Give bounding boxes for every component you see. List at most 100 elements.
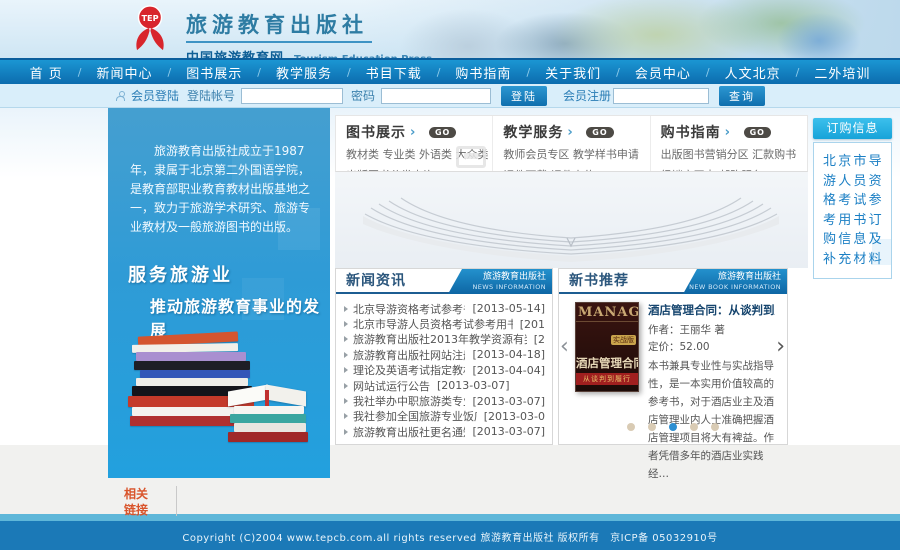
news-item[interactable]: 旅游教育出版社2013年教学资源有奖征集活动[2	[344, 332, 545, 347]
book-title-link[interactable]: 酒店管理合同：从谈判到履行	[648, 302, 775, 318]
book-cover[interactable]: MANAGEM 实战版 酒店管理合同 从谈判到履行	[575, 302, 639, 392]
chevron-right-icon: ›	[410, 125, 415, 140]
banner-press-name: 旅游教育出版社	[448, 272, 546, 283]
cover-band: 从谈判到履行	[576, 373, 638, 385]
carousel-prev-arrow[interactable]: ‹	[560, 337, 569, 357]
cover-badge: 实战版	[611, 335, 636, 345]
book-author: 作者：王丽华 著	[648, 322, 775, 339]
bullet-icon	[344, 321, 348, 327]
news-item[interactable]: 我社举办中职旅游类专业师资培训[2013-03-07]	[344, 393, 545, 408]
account-label: 登陆帐号	[187, 87, 235, 104]
go-button[interactable]: GO	[429, 127, 456, 138]
nav-item-about[interactable]: 关于我们	[524, 63, 614, 82]
related-links: 相关 链接	[124, 486, 177, 518]
order-info-sidebar: 订购信息 北京市导游人员资格考试参考用书订购信息及补充材料	[813, 118, 892, 279]
carousel-dot[interactable]	[690, 423, 698, 431]
header: TEP 旅游教育出版社 中国旅游教育网 Tourism Education Pr…	[0, 0, 900, 58]
nav-item-buying-guide[interactable]: 购书指南	[435, 63, 525, 82]
carousel-dot-active[interactable]	[669, 423, 677, 431]
carousel-dot[interactable]	[627, 423, 635, 431]
news-item[interactable]: 北京市导游人员资格考试参考用书订购信息[201	[344, 316, 545, 331]
open-book-illustration	[349, 180, 794, 266]
bullet-icon	[344, 352, 348, 358]
site-name-cn: 中国旅游教育网	[186, 47, 284, 58]
news-item[interactable]: 理论及英语考试指定教材[2013-04-04]	[344, 363, 545, 378]
carousel-dot[interactable]	[711, 423, 719, 431]
slogan: 服务旅游业 推动旅游教育事业的发展	[108, 261, 330, 341]
nav-item-home[interactable]: 首 页	[17, 63, 76, 82]
new-book-title: 新书推荐	[569, 273, 629, 289]
carousel-dots	[559, 416, 787, 435]
book-spine	[134, 361, 250, 370]
panel-teaching-service: 教学服务 › GO 教师会员专区 教学样书申请 课件下载 课件上传	[493, 116, 650, 171]
news-item[interactable]: 网站试运行公告[2013-03-07]	[344, 378, 545, 393]
order-info-button[interactable]: 订购信息	[813, 118, 892, 139]
banner-english: NEW BOOK INFORMATION	[683, 283, 781, 291]
carousel-next-arrow[interactable]: ›	[776, 337, 785, 357]
panel-title-link[interactable]: 图书展示	[346, 122, 406, 142]
book-spine	[136, 352, 246, 361]
book-spine	[228, 432, 308, 442]
bullet-icon	[344, 383, 348, 389]
cover-title: 酒店管理合同	[576, 355, 638, 371]
nav-item-beijing[interactable]: 人文北京	[704, 63, 794, 82]
panel-title-link[interactable]: 教学服务	[503, 122, 563, 142]
panel-buying-guide: 购书指南 › GO 出版图书营销分区 汇款购书 经销商网点 邮购服务	[651, 116, 807, 171]
footer: Copyright (C)2004 www.tepcb.com.all righ…	[0, 521, 900, 550]
nav-item-teaching[interactable]: 教学服务	[255, 63, 345, 82]
login-bar: 会员登陆 登陆帐号 密码 登陆 会员注册 查询	[0, 84, 900, 108]
login-button[interactable]: 登陆	[501, 86, 547, 106]
logo[interactable]: TEP	[126, 5, 174, 53]
news-item[interactable]: 北京导游资格考试参考书补充材料[2013-05-14]	[344, 301, 545, 316]
new-book-header: 新书推荐 旅游教育出版社 NEW BOOK INFORMATION	[559, 269, 787, 294]
book-carousel: MANAGEM 实战版 酒店管理合同 从谈判到履行 酒店管理合同：从谈判到履行 …	[559, 294, 787, 483]
bullet-icon	[344, 398, 348, 404]
news-item[interactable]: 旅游教育出版社网站注册细则[2013-04-18]	[344, 347, 545, 362]
divider	[176, 486, 177, 516]
related-link-line1[interactable]: 相关	[124, 486, 148, 502]
news-item[interactable]: 旅游教育出版社更名通知[2013-03-07]	[344, 424, 545, 439]
account-input[interactable]	[241, 88, 343, 104]
password-input[interactable]	[381, 88, 491, 104]
open-book-small	[228, 382, 306, 404]
book-spine	[234, 423, 306, 432]
go-button[interactable]: GO	[586, 127, 613, 138]
nav-item-member[interactable]: 会员中心	[614, 63, 704, 82]
related-link-line2[interactable]: 链接	[124, 502, 148, 518]
panel-links-line1[interactable]: 出版图书营销分区 汇款购书	[661, 147, 797, 163]
book-spine	[140, 370, 250, 378]
panel-title-link[interactable]: 购书指南	[661, 122, 721, 142]
intro-panel: 旅游教育出版社成立于1987年，隶属于北京第二外国语学院，是教育部职业教育教材出…	[108, 108, 330, 478]
nav-item-news[interactable]: 新闻中心	[76, 63, 166, 82]
header-scenic-image	[360, 0, 900, 58]
bullet-icon	[344, 429, 348, 435]
panel-links-line2[interactable]: 出版图书分类查询	[346, 168, 482, 171]
news-header: 新闻资讯 旅游教育出版社 NEWS INFORMATION	[336, 269, 552, 294]
bullet-icon	[344, 306, 348, 312]
carousel-dot[interactable]	[648, 423, 656, 431]
panel-links-line1[interactable]: 教师会员专区 教学样书申请	[503, 147, 639, 163]
bullet-icon	[344, 367, 348, 373]
panel-book-display: 图书展示 › GO 教材类 专业类 外语类 大众类 出版图书分类查询	[336, 116, 493, 171]
panel-links-line2[interactable]: 经销商网点 邮购服务	[661, 168, 797, 171]
bullet-icon	[344, 336, 348, 342]
news-item[interactable]: 我社参加全国旅游专业饭店技能大赛[2013-03-0	[344, 409, 545, 424]
center-column: 图书展示 › GO 教材类 专业类 外语类 大众类 出版图书分类查询 教学服务 …	[335, 115, 808, 445]
brand: 旅游教育出版社 中国旅游教育网 Tourism Education Press	[186, 9, 432, 58]
printer-icon	[456, 146, 486, 168]
register-link[interactable]: 会员注册	[563, 87, 611, 104]
main-nav: 首 页 新闻中心 图书展示 教学服务 书目下载 购书指南 关于我们 会员中心 人…	[0, 58, 900, 84]
book-spine	[234, 406, 304, 414]
chevron-right-icon: ›	[567, 125, 572, 140]
panel-links-line2[interactable]: 课件下载 课件上传	[503, 168, 639, 171]
content: 旅游教育出版社成立于1987年，隶属于北京第二外国语学院，是教育部职业教育教材出…	[0, 108, 900, 514]
search-input[interactable]	[613, 88, 709, 104]
nav-item-books[interactable]: 图书展示	[166, 63, 256, 82]
order-info-body[interactable]: 北京市导游人员资格考试参考用书订购信息及补充材料	[813, 142, 892, 279]
news-list: 北京导游资格考试参考书补充材料[2013-05-14] 北京市导游人员资格考试参…	[336, 294, 552, 440]
news-title: 新闻资讯	[346, 273, 406, 289]
go-button[interactable]: GO	[744, 127, 771, 138]
nav-item-download[interactable]: 书目下载	[345, 63, 435, 82]
nav-item-training[interactable]: 二外培训	[794, 63, 884, 82]
search-button[interactable]: 查询	[719, 86, 765, 106]
